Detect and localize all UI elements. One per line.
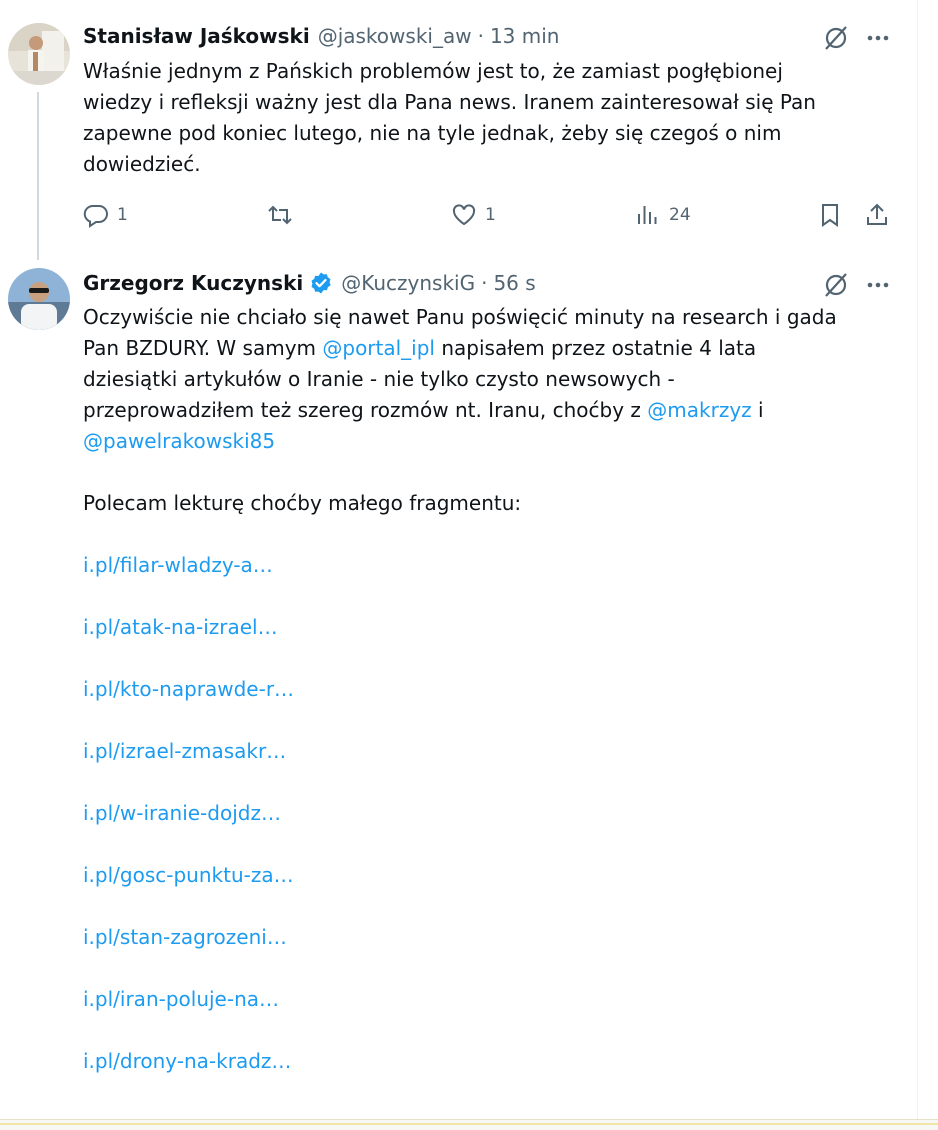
avatar-grzegorz[interactable] [8,268,70,330]
article-link[interactable]: i.pl/filar-wladzy-a… [83,550,294,612]
mention-link-makrzyz[interactable]: @makrzyz [647,398,751,422]
grok-icon[interactable] [822,24,850,52]
like-button[interactable]: 1 [451,202,496,228]
thread-connector-line [37,92,39,260]
grok-icon[interactable] [822,271,850,299]
text-line: Właśnie jednym z Pańskich problemów jest… [83,59,783,83]
like-count: 1 [485,205,496,225]
bottom-status-bar [0,1119,938,1130]
tweet1-header: Stanisław Jaśkowski @jaskowski_aw · 13 m… [83,22,559,50]
article-link[interactable]: i.pl/drony-na-kradz… [83,1046,294,1108]
text-segment: napisałem przez ostatnie 4 lata [435,336,757,360]
retweet-button[interactable] [267,202,301,228]
text-segment: i [751,398,764,422]
views-count: 24 [669,205,691,225]
text-line: zapewne pod koniec lutego, nie na tyle j… [83,121,782,145]
verified-badge-icon[interactable] [309,271,333,295]
article-link[interactable]: i.pl/izrael-zmasakr… [83,736,294,798]
retweet-icon [268,205,292,225]
separator-dot: · [481,271,488,295]
author-handle[interactable]: @KuczynskiG [341,271,475,295]
avatar-photo [8,23,70,85]
author-name[interactable]: Stanisław Jaśkowski [83,24,310,48]
more-icon[interactable] [864,271,892,299]
bookmark-icon [822,204,838,227]
url-list: i.pl/filar-wladzy-a… i.pl/atak-na-izrael… [83,550,294,1108]
status-bar-highlight [0,1123,938,1125]
tweet2-text: Oczywiście nie chciało się nawet Panu po… [83,302,883,519]
text-segment: Pan BZDURY. W samym [83,336,323,360]
article-link[interactable]: i.pl/stan-zagrozeni… [83,922,294,984]
article-link[interactable]: i.pl/kto-naprawde-r… [83,674,294,736]
text-line: Pan BZDURY. W samym @portal_ipl napisałe… [83,333,883,364]
article-link[interactable]: i.pl/atak-na-izrael… [83,612,294,674]
reply-icon [83,204,108,228]
more-icon[interactable] [864,24,892,52]
author-handle[interactable]: @jaskowski_aw [318,24,472,48]
like-icon [452,204,476,226]
views-icon [638,206,657,224]
text-line: dowiedzieć. [83,152,201,176]
share-button[interactable] [864,202,890,228]
tweet2-header: Grzegorz Kuczynski @KuczynskiG · 56 s [83,269,536,297]
scrollbar-track[interactable] [918,0,938,1129]
text-line: Oczywiście nie chciało się nawet Panu po… [83,305,837,329]
article-link[interactable]: i.pl/gosc-punktu-za… [83,860,294,922]
text-line: @pawelrakowski85 [83,426,883,457]
mention-link-portal-ipl[interactable]: @portal_ipl [322,336,435,360]
avatar-stanislaw[interactable] [8,23,70,85]
text-line: Polecam lekturę choćby małego fragmentu: [83,491,522,515]
timestamp[interactable]: 56 s [493,271,535,295]
share-icon [867,203,887,225]
timestamp[interactable]: 13 min [490,24,560,48]
reply-count: 1 [117,205,128,225]
text-line: przeprowadziłem też szereg rozmów nt. Ir… [83,395,883,426]
tweet1-action-bar: 1 1 24 [83,198,903,234]
article-link[interactable]: i.pl/w-iranie-dojdz… [83,798,294,860]
bookmark-button[interactable] [817,202,843,228]
mention-link-pawelrakowski85[interactable]: @pawelrakowski85 [83,429,275,453]
author-name[interactable]: Grzegorz Kuczynski [83,271,303,295]
text-line: wiedzy i refleksji ważny jest dla Pana n… [83,90,816,114]
views-button[interactable]: 24 [635,202,691,228]
avatar-photo [8,268,70,330]
article-link[interactable]: i.pl/iran-poluje-na… [83,984,294,1046]
text-segment: przeprowadziłem też szereg rozmów nt. Ir… [83,398,648,422]
tweet1-text: Właśnie jednym z Pańskich problemów jest… [83,56,883,180]
separator-dot: · [477,24,484,48]
reply-button[interactable]: 1 [83,202,128,228]
text-line: dziesiątki artykułów o Iranie - nie tylk… [83,367,675,391]
